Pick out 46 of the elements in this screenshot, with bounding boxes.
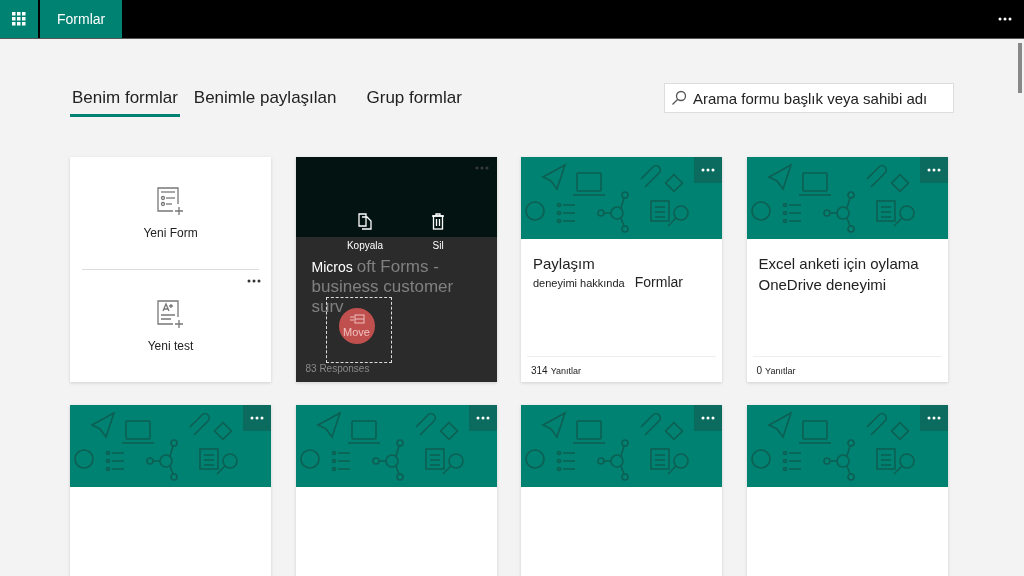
more-icon <box>701 416 715 420</box>
copy-button[interactable]: Kopyala <box>346 213 384 251</box>
form-card[interactable]: Excel anketi için oylama OneDrive deneyimi 0 Yanıtlar <box>746 157 948 382</box>
response-count: 0 <box>756 365 763 376</box>
more-icon <box>250 416 264 420</box>
copy-icon <box>358 213 372 230</box>
new-item-button[interactable]: Yeni Form <box>70 157 271 269</box>
form-add-icon <box>155 186 186 216</box>
more-icon <box>926 168 941 172</box>
response-label: Yanıtlar <box>765 366 796 376</box>
form-title: Micros <box>311 259 353 275</box>
form-card[interactable] <box>746 405 948 576</box>
form-title: Excel anketi için oylama OneDrive deneyimi <box>758 254 920 295</box>
more-button[interactable] <box>245 277 263 285</box>
tab[interactable]: Benimle paylaşılan <box>191 79 339 117</box>
more-icon <box>701 168 715 172</box>
more-icon <box>998 17 1012 21</box>
delete-icon <box>431 213 446 230</box>
tab[interactable]: Grup formlar <box>364 79 464 117</box>
app-name[interactable]: Formlar <box>40 0 123 38</box>
tab[interactable]: Benim formlar <box>70 79 180 117</box>
more-icon <box>474 166 489 170</box>
form-card[interactable] <box>70 405 271 576</box>
more-icon <box>475 416 490 420</box>
app-launcher-icon[interactable] <box>0 0 38 38</box>
form-subtitle: deneyimi hakkında <box>533 277 625 289</box>
form-tag: Formlar <box>634 274 683 290</box>
scrollbar[interactable] <box>1018 43 1022 93</box>
form-title: Paylaşım <box>533 254 596 274</box>
search-icon <box>671 90 687 106</box>
form-card[interactable]: Kopyala Sil Micros oft Forms - business customer surv Move 83 Responses <box>295 157 497 382</box>
response-count: 314 <box>531 365 548 376</box>
quiz-add-icon <box>155 299 186 329</box>
more-icon <box>926 416 941 420</box>
search-field[interactable]: Arama formu başlık veya sahibi adı <box>664 83 954 113</box>
form-title: oft Forms - <box>356 257 439 277</box>
form-title: business customer <box>311 277 454 296</box>
form-card[interactable] <box>295 405 497 576</box>
response-label: Yanıtlar <box>550 366 582 376</box>
form-card[interactable] <box>521 405 722 576</box>
more-icon <box>247 279 261 283</box>
delete-button[interactable]: Sil <box>431 213 446 251</box>
response-count: 83 Responses <box>305 363 370 374</box>
move-icon <box>348 314 365 324</box>
new-item-button[interactable]: Yeni test <box>70 270 271 382</box>
form-card[interactable]: Paylaşım deneyimi hakkında Formlar 314 Yanıtlar <box>521 157 722 382</box>
